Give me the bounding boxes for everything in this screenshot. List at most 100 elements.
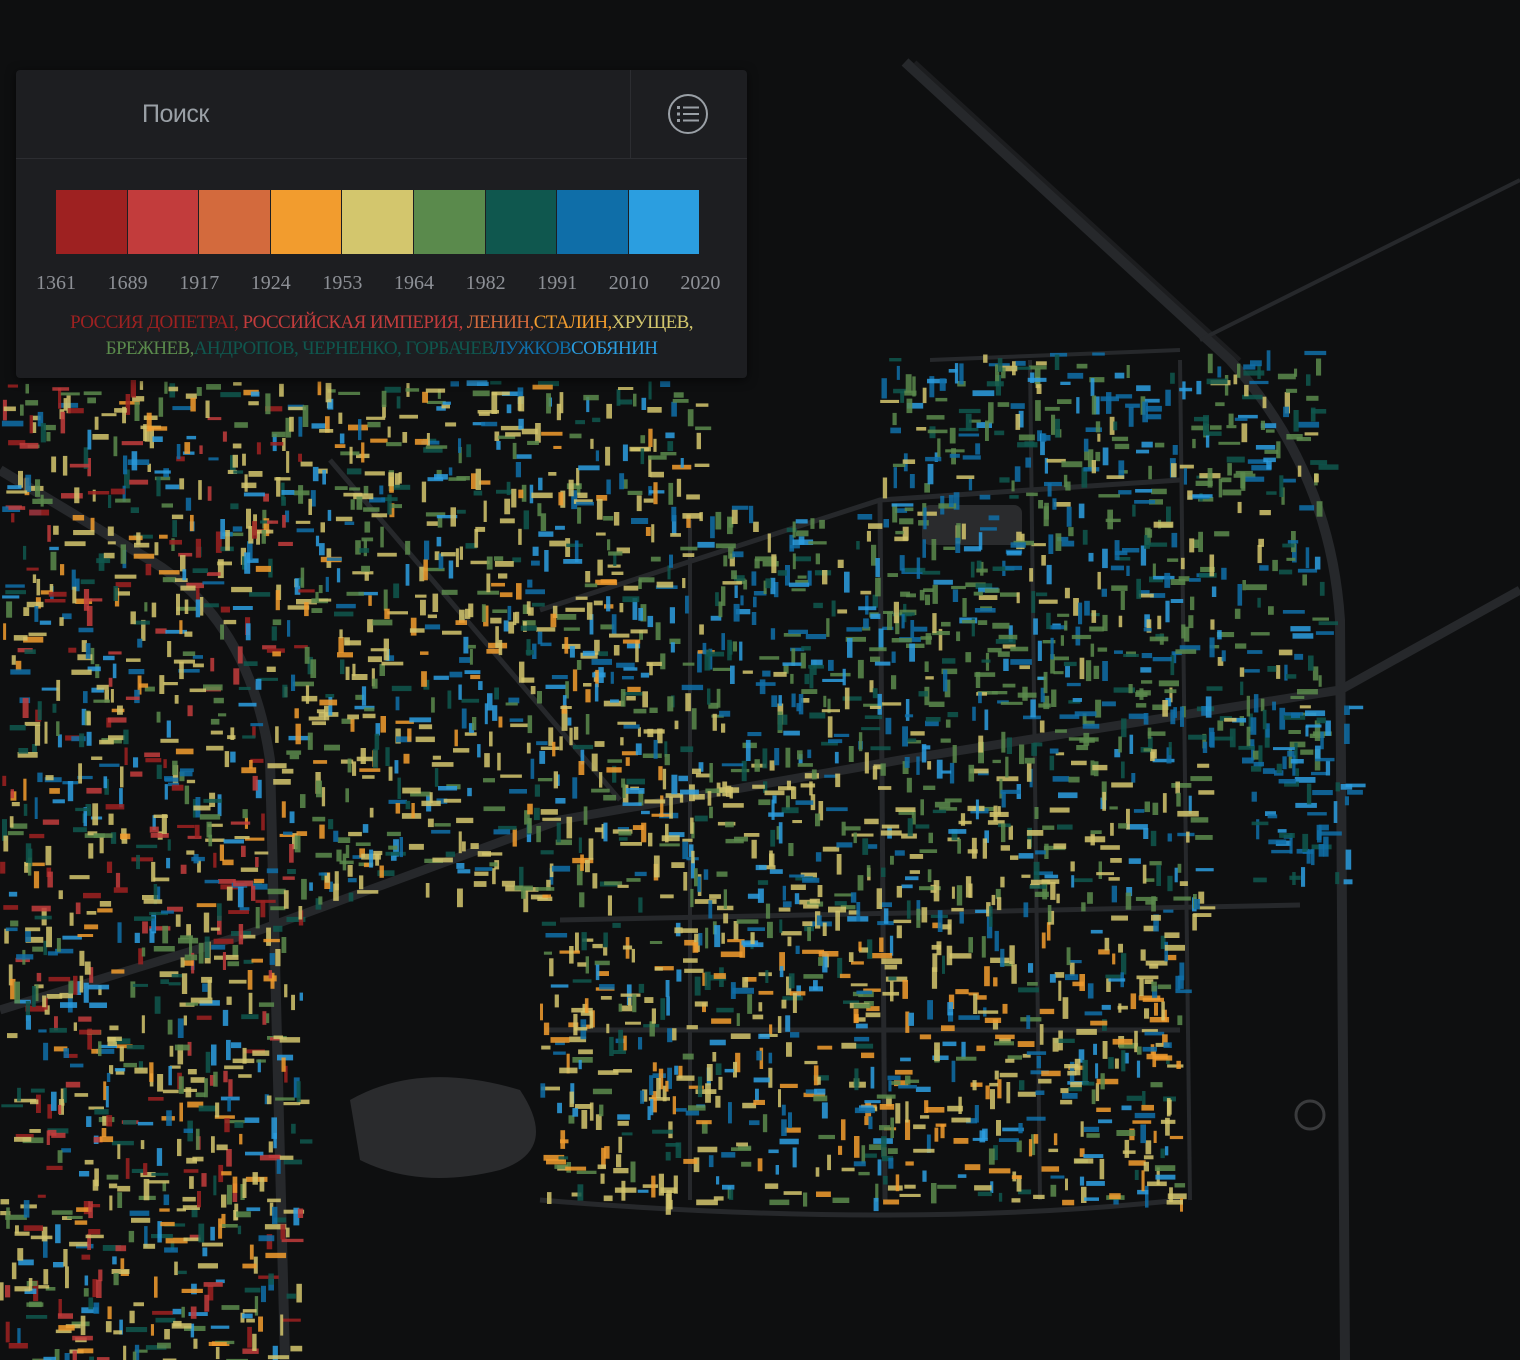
building[interactable] [751,571,757,586]
building[interactable] [539,750,546,764]
building[interactable] [1060,1088,1069,1094]
building[interactable] [148,1097,164,1101]
building[interactable] [1302,833,1309,852]
building[interactable] [275,726,279,743]
building[interactable] [769,760,775,771]
building[interactable] [130,981,136,998]
building[interactable] [486,649,501,654]
building[interactable] [954,363,959,384]
building[interactable] [794,893,800,905]
building[interactable] [981,936,986,958]
building[interactable] [468,603,474,618]
building[interactable] [747,994,753,1014]
building[interactable] [221,1194,227,1208]
building[interactable] [205,1051,211,1073]
building[interactable] [1051,689,1057,708]
building[interactable] [1165,1117,1170,1136]
building[interactable] [742,670,753,674]
building[interactable] [291,1123,296,1134]
building[interactable] [1141,1029,1158,1033]
building[interactable] [203,798,223,803]
building[interactable] [989,906,993,927]
building[interactable] [79,975,84,993]
building[interactable] [432,857,453,863]
building[interactable] [868,1116,873,1130]
building[interactable] [169,1045,174,1057]
building[interactable] [319,699,338,706]
building[interactable] [131,1217,151,1223]
building[interactable] [211,1136,215,1153]
building[interactable] [728,1189,734,1200]
building[interactable] [1142,1046,1157,1052]
building[interactable] [850,892,857,903]
building[interactable] [818,951,839,957]
building[interactable] [74,1220,88,1225]
building[interactable] [424,540,430,560]
building[interactable] [359,548,370,553]
building[interactable] [5,927,18,932]
building[interactable] [526,601,531,614]
building[interactable] [965,652,972,663]
building[interactable] [1108,877,1120,881]
building[interactable] [879,1125,890,1131]
building[interactable] [60,1002,78,1008]
building[interactable] [1187,490,1193,500]
building[interactable] [565,607,585,612]
building[interactable] [32,986,36,1007]
building[interactable] [203,1282,223,1287]
building[interactable] [976,995,987,1000]
building[interactable] [258,1235,275,1242]
building[interactable] [722,803,744,808]
building[interactable] [635,743,642,755]
building[interactable] [243,492,265,497]
building[interactable] [906,900,911,919]
building[interactable] [671,774,678,795]
building[interactable] [1170,599,1184,603]
building[interactable] [1306,395,1319,401]
building[interactable] [457,869,471,874]
building[interactable] [622,596,640,603]
building[interactable] [822,922,827,937]
building[interactable] [855,1043,874,1049]
building[interactable] [30,1099,39,1105]
building[interactable] [1019,744,1025,765]
building[interactable] [724,1068,734,1073]
building[interactable] [77,934,94,937]
building[interactable] [616,1154,622,1168]
building[interactable] [474,867,493,871]
building[interactable] [1290,695,1305,699]
era-label[interactable]: БРЕЖНЕВ, [106,338,195,359]
building[interactable] [279,383,284,397]
building[interactable] [696,1120,712,1125]
building[interactable] [250,391,260,397]
building[interactable] [1301,867,1306,887]
building[interactable] [620,689,626,707]
building[interactable] [1235,643,1247,649]
building[interactable] [764,1183,779,1189]
building[interactable] [183,1169,199,1173]
building[interactable] [1294,368,1298,377]
building[interactable] [242,1178,247,1198]
building[interactable] [972,390,995,397]
building[interactable] [633,708,647,714]
building[interactable] [300,794,306,808]
building[interactable] [1128,858,1141,864]
building[interactable] [713,973,726,979]
building[interactable] [387,426,391,438]
building[interactable] [1096,1078,1119,1085]
building[interactable] [126,1045,145,1050]
building[interactable] [399,414,418,419]
building[interactable] [438,786,458,791]
building[interactable] [281,937,287,953]
building[interactable] [367,421,381,428]
building[interactable] [1190,596,1195,611]
building[interactable] [995,639,1016,644]
building[interactable] [1036,1056,1041,1069]
building[interactable] [106,1115,113,1127]
building[interactable] [831,600,836,617]
building[interactable] [535,887,555,891]
building[interactable] [817,1045,833,1050]
building[interactable] [498,573,508,579]
building[interactable] [1054,418,1060,438]
building[interactable] [1144,801,1150,813]
